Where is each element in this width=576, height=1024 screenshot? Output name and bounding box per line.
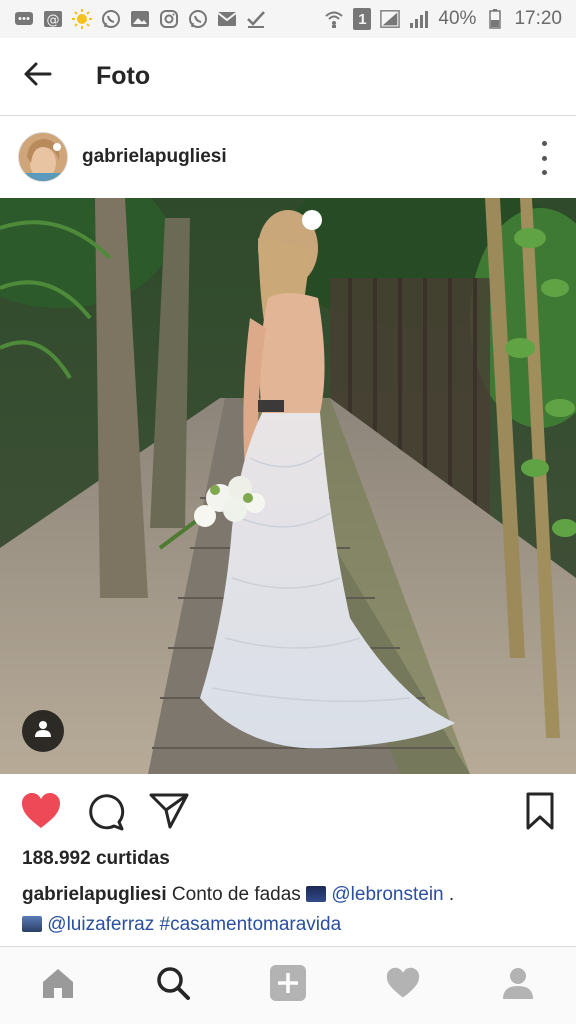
nav-profile[interactable]: [488, 956, 548, 1016]
post-username[interactable]: gabrielapugliesi: [82, 146, 227, 168]
caption-text: Conto de fadas: [166, 884, 307, 905]
status-bar-system: 1 40% 17:20: [324, 8, 562, 30]
sun-icon: [72, 9, 92, 29]
heart-icon: [385, 966, 421, 1005]
comment-button[interactable]: [86, 791, 126, 836]
comment-icon: [86, 794, 126, 835]
caption-hashtag[interactable]: #casamentomaravida: [160, 914, 342, 935]
share-button[interactable]: [148, 791, 190, 836]
nav-home[interactable]: [28, 956, 88, 1016]
page-title: Foto: [96, 62, 151, 90]
app-bar: Foto: [0, 38, 576, 116]
bottom-navigation: [0, 946, 576, 1024]
caption-mention[interactable]: @lebronstein: [331, 884, 443, 905]
status-bar-notifications: @: [14, 9, 266, 29]
battery-icon: [485, 9, 505, 29]
mail-icon: [217, 9, 237, 29]
back-button[interactable]: [0, 38, 76, 116]
whatsapp-icon: [101, 9, 121, 29]
person-icon: [34, 720, 52, 743]
clock: 17:20: [514, 8, 562, 29]
nav-activity[interactable]: [373, 956, 433, 1016]
messages-icon: [14, 9, 34, 29]
nav-search[interactable]: [143, 956, 203, 1016]
post-header: gabrielapugliesi: [0, 117, 576, 197]
more-dot: [541, 155, 547, 161]
image-icon: [130, 9, 150, 29]
likes-count[interactable]: 188.992 curtidas: [22, 848, 170, 870]
caption-username[interactable]: gabrielapugliesi: [22, 884, 167, 905]
instagram-icon: [159, 9, 179, 29]
more-options-button[interactable]: [536, 141, 552, 175]
add-icon: [269, 964, 307, 1007]
caption-mention[interactable]: @luizaferraz: [47, 914, 154, 935]
post-actions: [0, 785, 576, 839]
tagged-people-button[interactable]: [22, 710, 64, 752]
at-icon: @: [43, 9, 63, 29]
arrow-left-icon: [23, 59, 53, 94]
more-dot: [541, 141, 547, 146]
like-button[interactable]: [20, 791, 62, 836]
profile-icon: [501, 966, 535, 1005]
camera-emoji-icon: [22, 916, 42, 932]
more-dot: [541, 170, 547, 175]
check-icon: [246, 9, 266, 29]
signal-bars-icon: [409, 9, 429, 29]
nav-add[interactable]: [258, 956, 318, 1016]
post-photo-image: [0, 198, 576, 774]
home-icon: [40, 966, 76, 1005]
wifi-icon: [324, 9, 344, 29]
save-button[interactable]: [524, 791, 556, 836]
post-caption: gabrielapugliesi Conto de fadas @lebrons…: [22, 880, 562, 940]
send-icon: [148, 793, 190, 835]
avatar[interactable]: [18, 132, 68, 182]
whatsapp-icon: [188, 9, 208, 29]
bookmark-icon: [524, 792, 556, 835]
search-icon: [156, 966, 190, 1005]
caption-punctuation: .: [443, 884, 455, 905]
night-sky-emoji-icon: [306, 886, 327, 902]
battery-percentage: 40%: [438, 8, 477, 29]
status-bar: @ 1 40% 17:20: [0, 0, 576, 38]
heart-filled-icon: [20, 793, 62, 835]
post-photo[interactable]: [0, 198, 576, 774]
sim-icon: 1: [353, 8, 372, 30]
signal-outline-icon: [380, 9, 401, 29]
svg-text:@: @: [47, 13, 60, 28]
